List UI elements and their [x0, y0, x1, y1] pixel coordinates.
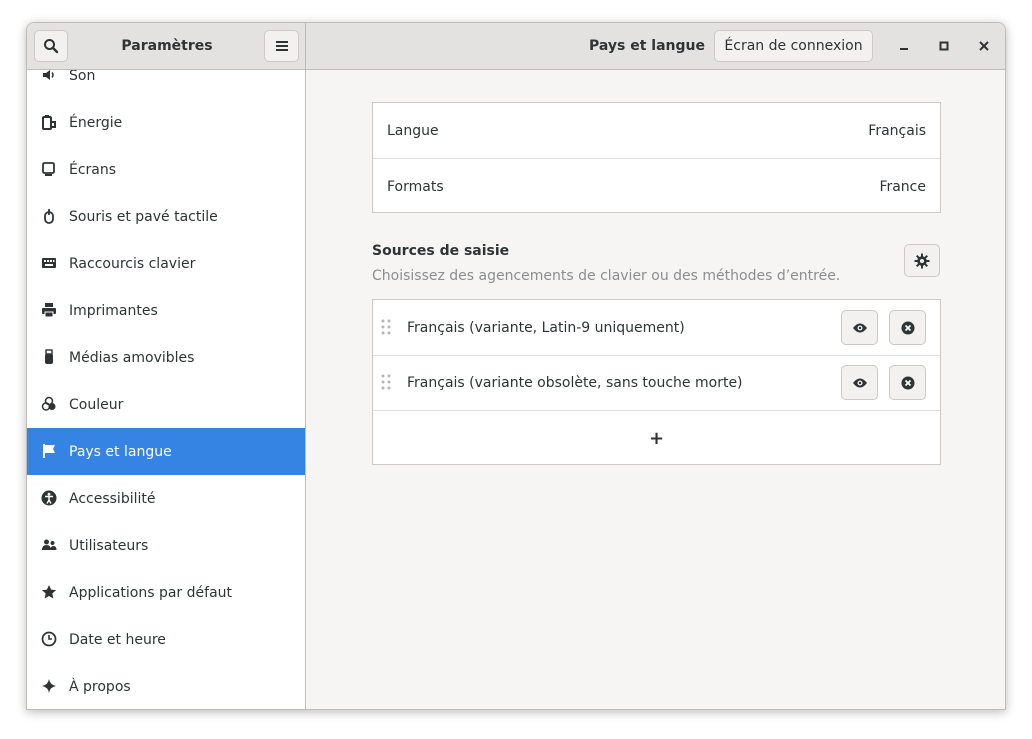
language-label: Langue [387, 122, 439, 139]
sidebar-list: Son Énergie Écrans Souris et pavé tactil… [27, 70, 305, 709]
sidebar-item-label: Date et heure [69, 631, 166, 648]
sidebar-item-label: Utilisateurs [69, 537, 149, 554]
sidebar-item-label: Médias amovibles [69, 349, 195, 366]
sidebar-item-accessibilite[interactable]: Accessibilité [27, 475, 305, 522]
sidebar-item-raccourcis[interactable]: Raccourcis clavier [27, 240, 305, 287]
sidebar-item-ecrans[interactable]: Écrans [27, 146, 305, 193]
remove-source-button[interactable] [889, 365, 926, 400]
sidebar-item-label: Énergie [69, 114, 123, 131]
display-icon [41, 161, 57, 177]
plus-icon: + [648, 427, 665, 449]
close-button[interactable] [971, 33, 997, 59]
keyboard-icon [41, 255, 57, 271]
page-title: Pays et langue [589, 38, 705, 54]
clock-icon [41, 631, 57, 647]
sidebar-item-label: Imprimantes [69, 302, 158, 319]
remove-circle-icon [901, 376, 914, 389]
settings-window: Paramètres Pays et langue Écran de conne… [26, 22, 1006, 710]
remove-source-button[interactable] [889, 310, 926, 345]
language-row[interactable]: Langue Français [373, 103, 940, 158]
minimize-button[interactable] [891, 33, 917, 59]
star-icon [41, 584, 57, 600]
color-icon [41, 396, 57, 412]
sidebar-item-applications-par-defaut[interactable]: Applications par défaut [27, 569, 305, 616]
gear-icon [914, 253, 930, 268]
mouse-icon [41, 208, 57, 224]
formats-value: France [879, 178, 926, 195]
sidebar-item-utilisateurs[interactable]: Utilisateurs [27, 522, 305, 569]
input-sources-title: Sources de saisie [372, 243, 510, 259]
search-icon [44, 39, 59, 54]
sidebar-item-label: Souris et pavé tactile [69, 208, 218, 225]
sidebar: Son Énergie Écrans Souris et pavé tactil… [27, 70, 306, 709]
sidebar-item-couleur[interactable]: Couleur [27, 381, 305, 428]
language-value: Français [868, 122, 926, 139]
users-icon [41, 537, 57, 553]
maximize-icon [939, 41, 949, 51]
hamburger-menu-icon [275, 41, 288, 51]
printer-icon [41, 302, 57, 318]
minimize-icon [900, 48, 908, 50]
maximize-button[interactable] [931, 33, 957, 59]
remove-circle-icon [901, 321, 914, 334]
input-source-label: Français (variante, Latin-9 uniquement) [407, 319, 685, 336]
sidebar-item-label: À propos [69, 678, 131, 695]
app-title: Paramètres [121, 38, 213, 54]
sidebar-item-imprimantes[interactable]: Imprimantes [27, 287, 305, 334]
language-formats-card: Langue Français Formats France [372, 102, 941, 213]
sidebar-item-souris[interactable]: Souris et pavé tactile [27, 193, 305, 240]
drag-handle-icon[interactable] [381, 374, 391, 390]
speaker-icon [41, 70, 57, 83]
close-icon [979, 41, 989, 51]
add-input-source-button[interactable]: + [373, 411, 940, 465]
sidebar-item-label: Son [69, 70, 96, 84]
formats-label: Formats [387, 178, 444, 195]
battery-icon [41, 114, 57, 130]
usb-icon [41, 349, 57, 365]
preview-layout-button[interactable] [841, 310, 878, 345]
sidebar-item-label: Accessibilité [69, 490, 156, 507]
input-sources-options-button[interactable] [904, 244, 940, 277]
search-button[interactable] [34, 30, 68, 62]
flag-icon [41, 443, 57, 459]
sidebar-item-label: Raccourcis clavier [69, 255, 196, 272]
sidebar-item-medias-amovibles[interactable]: Médias amovibles [27, 334, 305, 381]
drag-handle-icon[interactable] [381, 319, 391, 335]
sidebar-item-label: Couleur [69, 396, 124, 413]
sidebar-item-label: Écrans [69, 161, 117, 178]
sparkle-icon [41, 678, 57, 694]
preview-layout-button[interactable] [841, 365, 878, 400]
eye-icon [852, 323, 867, 332]
input-sources-list: Français (variante, Latin-9 uniquement) [372, 299, 941, 465]
sidebar-item-son[interactable]: Son [27, 70, 305, 99]
sidebar-header: Paramètres [27, 23, 306, 69]
sidebar-item-a-propos[interactable]: À propos [27, 663, 305, 709]
sidebar-item-pays-et-langue[interactable]: Pays et langue [27, 428, 305, 475]
sidebar-item-energie[interactable]: Énergie [27, 99, 305, 146]
sidebar-item-label: Pays et langue [69, 443, 172, 460]
input-source-row[interactable]: Français (variante obsolète, sans touche… [373, 355, 940, 410]
header-bar: Paramètres Pays et langue Écran de conne… [27, 23, 1005, 70]
main-panel: Langue Français Formats France Sources d… [306, 70, 1005, 709]
login-screen-button[interactable]: Écran de connexion [714, 30, 873, 62]
sidebar-item-label: Applications par défaut [69, 584, 233, 601]
sidebar-item-date-et-heure[interactable]: Date et heure [27, 616, 305, 663]
accessibility-icon [41, 490, 57, 506]
input-source-label: Français (variante obsolète, sans touche… [407, 374, 743, 391]
eye-icon [852, 378, 867, 387]
formats-row[interactable]: Formats France [373, 159, 940, 214]
input-source-row[interactable]: Français (variante, Latin-9 uniquement) [373, 300, 940, 355]
input-sources-subtitle: Choisissez des agencements de clavier ou… [372, 268, 841, 284]
main-menu-button[interactable] [264, 30, 299, 62]
